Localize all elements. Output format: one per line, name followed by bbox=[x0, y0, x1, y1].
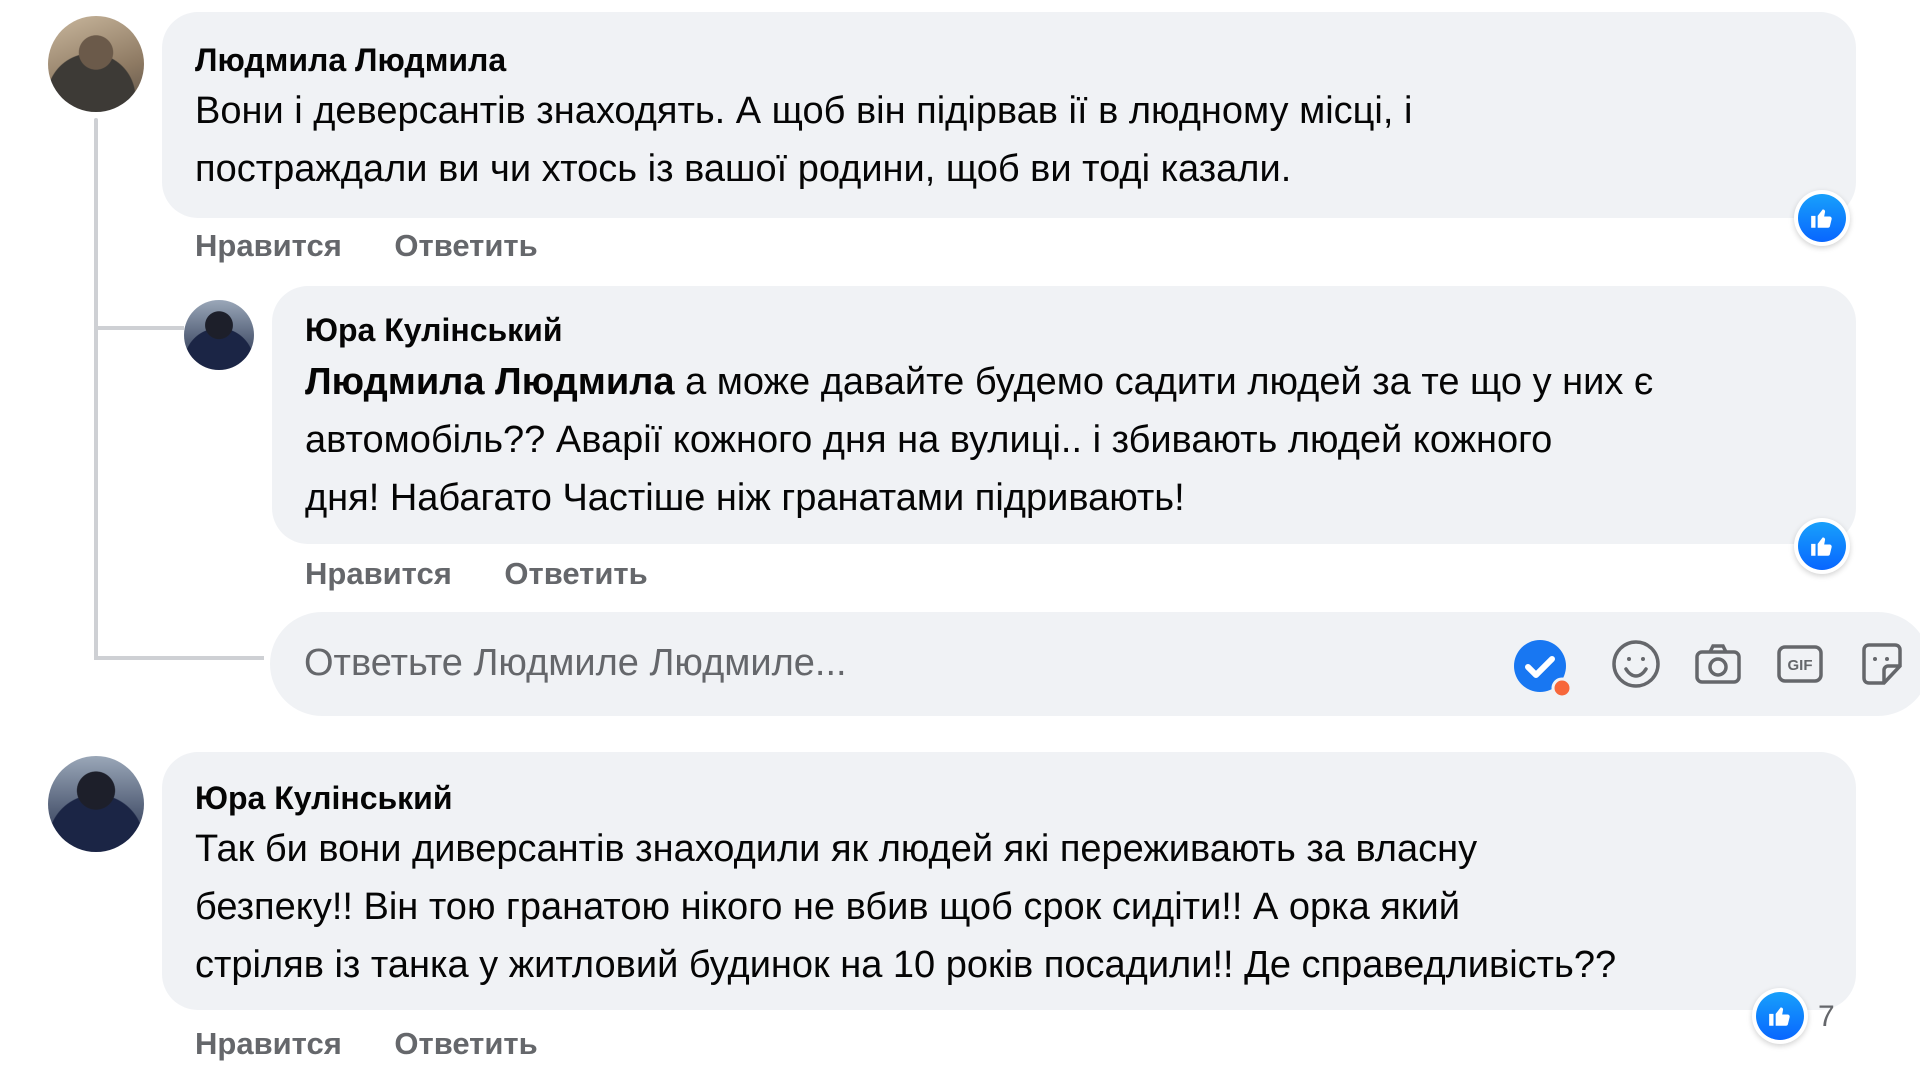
comment-line: автомобіль?? Аварії кожного дня на вулиц… bbox=[305, 419, 1553, 461]
svg-text:GIF: GIF bbox=[1788, 657, 1813, 674]
like-reaction-badge[interactable] bbox=[1752, 988, 1808, 1044]
comment-text: Людмила Людмила а може давайте будемо са… bbox=[305, 353, 1653, 527]
comment-line: постраждали ви чи хтось із вашої родини,… bbox=[195, 148, 1292, 190]
comment-line: дня! Набагато Частіше ніж гранатами підр… bbox=[305, 477, 1185, 519]
comment-line: Людмила Людмила а може давайте будемо са… bbox=[305, 353, 1653, 411]
thread-line-branch-1 bbox=[94, 326, 184, 330]
like-button[interactable]: Нравится bbox=[195, 1026, 342, 1061]
thumbs-up-icon bbox=[1756, 992, 1804, 1040]
check-badge-icon[interactable] bbox=[1510, 636, 1574, 705]
comment-author[interactable]: Юра Кулінський bbox=[305, 312, 563, 349]
thumbs-up-icon bbox=[1798, 194, 1846, 242]
thumbs-up-icon bbox=[1798, 522, 1846, 570]
gif-icon[interactable]: GIF bbox=[1774, 638, 1826, 695]
comment-actions: Нравится Ответить bbox=[305, 556, 692, 592]
comment-author[interactable]: Людмила Людмила bbox=[195, 42, 506, 79]
camera-icon[interactable] bbox=[1692, 638, 1744, 695]
reply-button[interactable]: Ответить bbox=[504, 556, 647, 591]
reply-button[interactable]: Ответить bbox=[394, 228, 537, 263]
like-reaction-badge[interactable] bbox=[1794, 190, 1850, 246]
reply-placeholder: Ответьте Людмиле Людмиле... bbox=[304, 642, 847, 684]
avatar-ludmila[interactable] bbox=[48, 16, 144, 112]
reply-input[interactable]: Ответьте Людмиле Людмиле... GIF bbox=[270, 612, 1920, 716]
avatar-yura[interactable] bbox=[48, 756, 144, 852]
sticker-icon[interactable] bbox=[1856, 638, 1908, 695]
reply-button[interactable]: Ответить bbox=[394, 1026, 537, 1061]
like-button[interactable]: Нравится bbox=[195, 228, 342, 263]
comment-actions: Нравится Ответить bbox=[195, 228, 582, 264]
thread-line-branch-2 bbox=[94, 656, 264, 660]
emoji-icon[interactable] bbox=[1610, 638, 1662, 695]
reaction-count[interactable]: 7 bbox=[1818, 1000, 1835, 1034]
mention-link[interactable]: Людмила Людмила bbox=[305, 361, 675, 403]
thread-line-vertical bbox=[94, 118, 98, 660]
comment-line: безпеку!! Він тою гранатою нікого не вби… bbox=[195, 886, 1460, 928]
comment-author[interactable]: Юра Кулінський bbox=[195, 780, 453, 817]
comment-text: Вони і деверсантів знаходять. А щоб він … bbox=[195, 82, 1412, 198]
comment-line: Так би вони диверсантів знаходили як люд… bbox=[195, 828, 1478, 870]
comment-text: Так би вони диверсантів знаходили як люд… bbox=[195, 820, 1616, 994]
like-button[interactable]: Нравится bbox=[305, 556, 452, 591]
comment-line: стріляв із танка у житловий будинок на 1… bbox=[195, 944, 1617, 986]
comment-actions: Нравится Ответить bbox=[195, 1026, 582, 1062]
avatar-yura[interactable] bbox=[184, 300, 254, 370]
like-reaction-badge[interactable] bbox=[1794, 518, 1850, 574]
comment-line: Вони і деверсантів знаходять. А щоб він … bbox=[195, 90, 1413, 132]
comment-line-rest: а може давайте будемо садити людей за те… bbox=[674, 361, 1654, 403]
